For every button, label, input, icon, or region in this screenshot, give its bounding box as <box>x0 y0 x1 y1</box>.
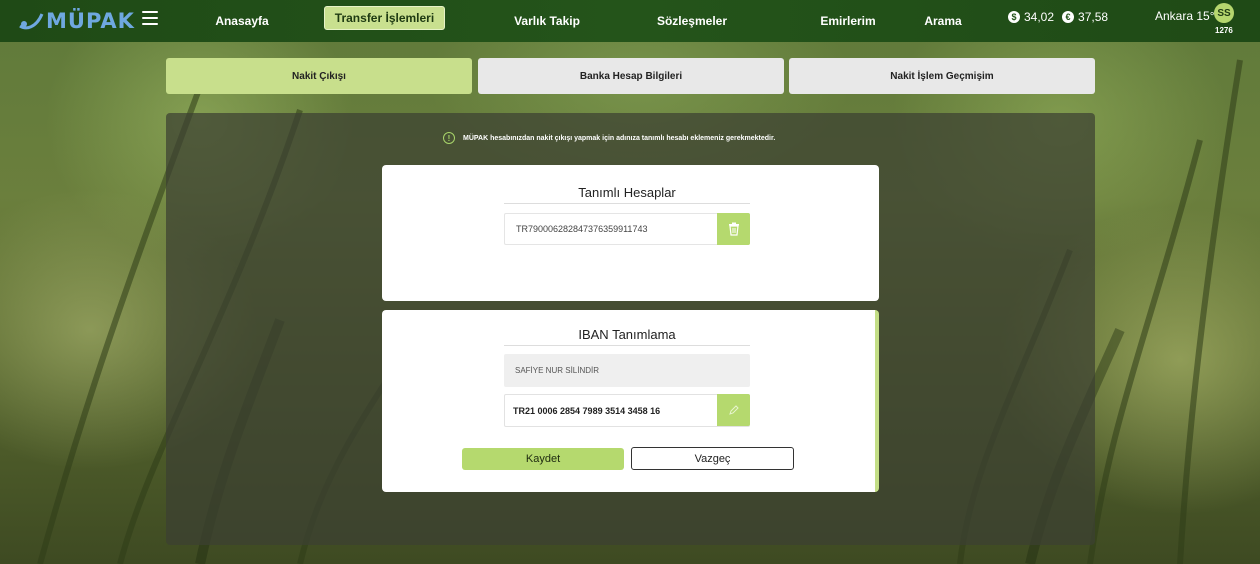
dollar-icon: $ <box>1008 11 1020 23</box>
user-number: 1276 <box>1215 26 1233 35</box>
notice-text: MÜPAK hesabınızdan nakit çıkışı yapmak i… <box>463 134 776 142</box>
weather-info: Ankara 15° <box>1155 9 1215 23</box>
iban-input[interactable]: TR21 0006 2854 7989 3514 3458 16 <box>504 394 750 427</box>
title-divider <box>504 203 750 204</box>
eur-rate-value: 37,58 <box>1078 10 1109 24</box>
tab-nakit-cikisi[interactable]: Nakit Çıkışı <box>166 58 472 94</box>
nav-item-sozlesmeler[interactable]: Sözleşmeler <box>652 0 732 42</box>
menu-icon[interactable] <box>142 11 158 25</box>
currency-rates: $ 34,02 € 37,58 <box>1008 0 1108 34</box>
top-navigation-bar: MÜPAK Anasayfa Transfer İşlemleri Varlık… <box>0 0 1260 42</box>
delete-account-button[interactable] <box>717 213 750 245</box>
logo-text: MÜPAK <box>46 9 135 33</box>
account-row: TR790006282847376359911743 <box>504 213 750 245</box>
trash-icon <box>728 222 739 236</box>
edit-iban-button[interactable] <box>717 394 750 426</box>
nav-item-varlik-takip[interactable]: Varlık Takip <box>512 0 582 42</box>
info-icon: ! <box>443 132 455 144</box>
defined-accounts-card: Tanımlı Hesaplar TR790006282847376359911… <box>382 165 879 301</box>
defined-accounts-title: Tanımlı Hesaplar <box>578 185 676 200</box>
account-holder-name-field: SAFİYE NUR SİLİNDİR <box>504 354 750 387</box>
info-notice: ! MÜPAK hesabınızdan nakit çıkışı yapmak… <box>443 132 775 144</box>
save-button[interactable]: Kaydet <box>462 448 624 470</box>
tab-nakit-islem-gecmisim[interactable]: Nakit İşlem Geçmişim <box>789 58 1095 94</box>
usd-rate: $ 34,02 <box>1008 10 1054 24</box>
euro-icon: € <box>1062 11 1075 23</box>
nav-item-emirlerim[interactable]: Emirlerim <box>817 0 879 42</box>
cancel-button[interactable]: Vazgeç <box>631 447 794 470</box>
pencil-icon <box>728 405 739 415</box>
iban-definition-title: IBAN Tanımlama <box>578 327 676 342</box>
title-divider <box>504 345 750 346</box>
logo-swoosh-icon <box>19 13 44 30</box>
nav-item-arama[interactable]: Arama <box>923 0 963 42</box>
account-iban: TR790006282847376359911743 <box>516 224 648 234</box>
eur-rate: € 37,58 <box>1062 10 1108 24</box>
usd-rate-value: 34,02 <box>1024 10 1055 24</box>
iban-input-value: TR21 0006 2854 7989 3514 3458 16 <box>513 406 661 416</box>
nav-item-anasayfa[interactable]: Anasayfa <box>212 0 272 42</box>
nav-item-transfer-islemleri[interactable]: Transfer İşlemleri <box>324 6 445 30</box>
iban-definition-card: IBAN Tanımlama SAFİYE NUR SİLİNDİR TR21 … <box>382 310 879 492</box>
tab-banka-hesap-bilgileri[interactable]: Banka Hesap Bilgileri <box>478 58 784 94</box>
app-logo[interactable]: MÜPAK <box>18 6 135 36</box>
user-avatar[interactable]: SS <box>1214 3 1234 23</box>
